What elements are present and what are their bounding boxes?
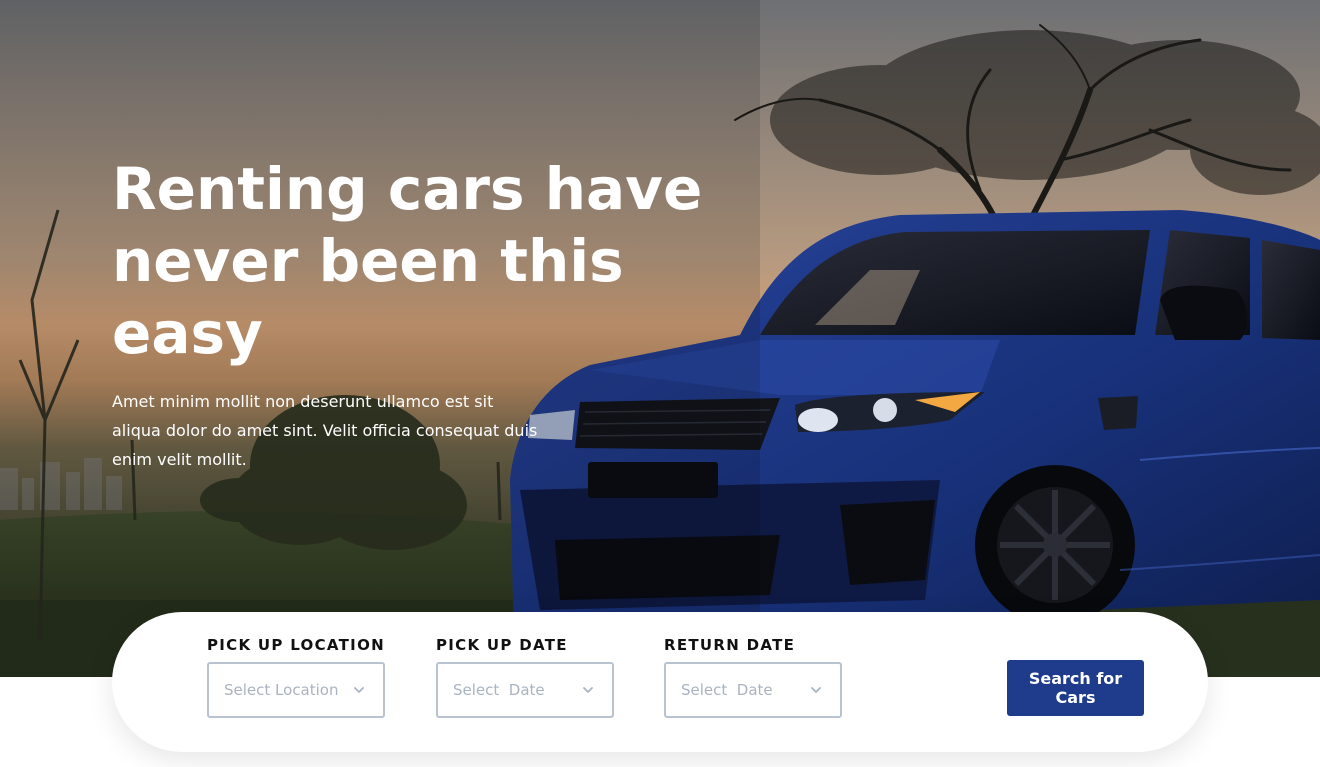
pickup-date-label: PICK UP DATE bbox=[436, 636, 568, 654]
chevron-down-icon bbox=[354, 687, 364, 693]
pickup-date-placeholder: Select Date bbox=[453, 681, 545, 699]
return-date-field: RETURN DATE Select Date bbox=[664, 636, 842, 718]
chevron-down-icon bbox=[811, 687, 821, 693]
return-date-select[interactable]: Select Date bbox=[664, 662, 842, 718]
pickup-date-field: PICK UP DATE Select Date bbox=[436, 636, 614, 718]
chevron-down-icon bbox=[583, 687, 593, 693]
pickup-date-select[interactable]: Select Date bbox=[436, 662, 614, 718]
pickup-location-label: PICK UP LOCATION bbox=[207, 636, 385, 654]
return-date-placeholder: Select Date bbox=[681, 681, 773, 699]
return-date-label: RETURN DATE bbox=[664, 636, 796, 654]
hero-subtitle: Amet minim mollit non deserunt ullamco e… bbox=[112, 392, 538, 469]
pickup-location-select[interactable]: Select Location bbox=[207, 662, 385, 718]
car-search-panel: PICK UP LOCATION Select Location PICK UP… bbox=[112, 612, 1208, 752]
pickup-location-field: PICK UP LOCATION Select Location bbox=[207, 636, 385, 718]
hero-section: Renting cars have never been this easy A… bbox=[0, 0, 1320, 677]
hero-title: Renting cars have never been this easy bbox=[112, 155, 703, 367]
landing-page: Renting cars have never been this easy A… bbox=[0, 0, 1320, 767]
search-for-cars-button[interactable]: Search for Cars bbox=[1007, 660, 1144, 716]
hero-copy: Renting cars have never been this easy A… bbox=[112, 153, 792, 474]
pickup-location-placeholder: Select Location bbox=[224, 681, 339, 699]
